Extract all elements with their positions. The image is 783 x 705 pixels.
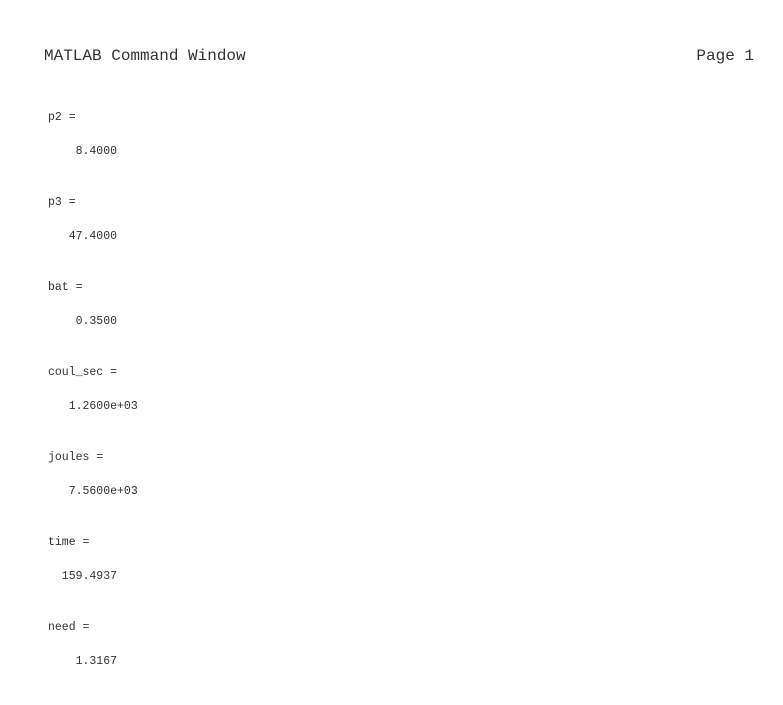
variable-name: bat =	[48, 281, 83, 294]
variable-value: 0.3500	[48, 315, 118, 328]
variable-value: 8.4000	[48, 145, 118, 158]
variable-name: need =	[48, 621, 90, 634]
variable-output: p3 = 47.4000	[48, 195, 748, 280]
variable-output: coul_sec = 1.2600e+03	[48, 365, 748, 450]
variable-output: time = 159.4937	[48, 535, 748, 620]
document-title: MATLAB Command Window	[44, 47, 246, 65]
variable-name: p2 =	[48, 111, 76, 124]
variable-value: 7.5600e+03	[48, 485, 138, 498]
variable-output: p2 = 8.4000	[48, 110, 748, 195]
variable-value: 1.3167	[48, 655, 118, 668]
variable-output: need = 1.3167	[48, 620, 748, 705]
page-header: MATLAB Command Window Page 1	[44, 46, 756, 66]
page-number: Page 1	[696, 47, 754, 65]
variable-value: 1.2600e+03	[48, 400, 138, 413]
variable-name: joules =	[48, 451, 104, 464]
variable-name: coul_sec =	[48, 366, 118, 379]
variable-value: 47.4000	[48, 230, 118, 243]
variable-value: 159.4937	[48, 570, 118, 583]
variable-name: time =	[48, 536, 90, 549]
command-output: p2 = 8.4000 p3 = 47.4000 bat = 0.3500 co…	[48, 110, 748, 705]
variable-name: p3 =	[48, 196, 76, 209]
variable-output: joules = 7.5600e+03	[48, 450, 748, 535]
variable-output: bat = 0.3500	[48, 280, 748, 365]
